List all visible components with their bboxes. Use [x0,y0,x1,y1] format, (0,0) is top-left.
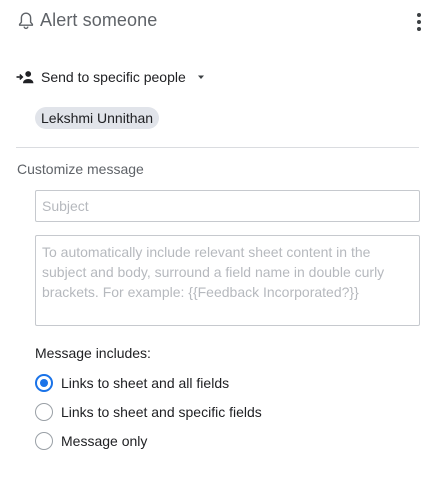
message-includes-label: Message includes: [35,345,151,361]
send-to-dropdown[interactable]: Send to specific people [16,66,205,88]
alert-panel: Alert someone Send to specific people Le… [0,0,441,484]
option-all-fields[interactable]: Links to sheet and all fields [35,373,229,393]
message-body-input[interactable] [35,235,420,326]
option-specific-fields[interactable]: Links to sheet and specific fields [35,402,262,422]
radio-unselected[interactable] [35,403,53,421]
panel-title: Alert someone [40,10,158,30]
option-message-only[interactable]: Message only [35,431,147,451]
option-label: Message only [61,433,148,449]
divider [16,147,419,148]
option-label: Links to sheet and specific fields [61,404,262,420]
chevron-down-icon [197,75,204,79]
bell-icon [18,12,34,30]
person-add-icon [16,71,34,84]
subject-input[interactable] [35,190,420,222]
panel-header: Alert someone [0,0,441,44]
more-options-icon[interactable] [410,10,428,34]
radio-unselected[interactable] [35,432,53,450]
send-mode-label: Send to specific people [41,69,186,85]
option-label: Links to sheet and all fields [61,375,230,391]
customize-message-label: Customize message [17,161,144,177]
recipient-chip[interactable]: Lekshmi Unnithan [35,107,160,129]
radio-selected[interactable] [35,374,53,392]
